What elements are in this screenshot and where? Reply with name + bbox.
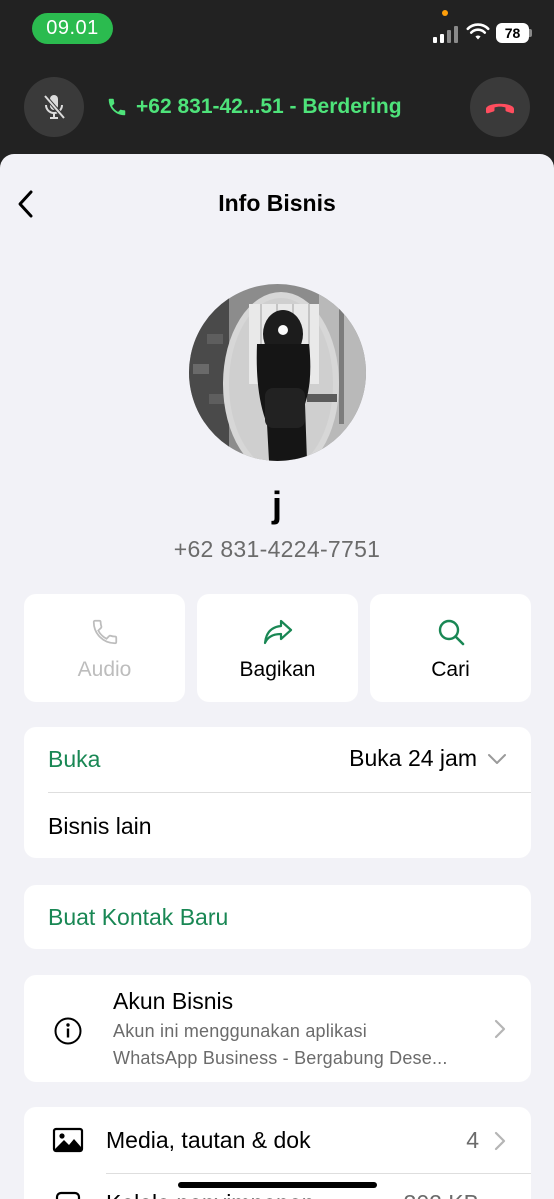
chevron-down-icon bbox=[488, 753, 506, 764]
business-account-desc-1: Akun ini menggunakan aplikasi bbox=[113, 1021, 367, 1041]
business-account-desc-2: WhatsApp Business - Bergabung Dese... bbox=[113, 1048, 448, 1068]
battery-level: 78 bbox=[496, 23, 529, 43]
ongoing-call-bar: +62 831-42...51 - Berdering bbox=[0, 60, 554, 154]
manage-storage-label: Kelola penyimpanan bbox=[106, 1190, 314, 1199]
search-button[interactable]: Cari bbox=[370, 594, 531, 702]
call-status-text: +62 831-42...51 - Berdering bbox=[136, 95, 402, 118]
media-links-docs-row[interactable]: Media, tautan & dok 4 bbox=[24, 1107, 531, 1173]
audio-call-button[interactable]: Audio bbox=[24, 594, 185, 702]
search-label: Cari bbox=[431, 658, 470, 681]
status-bar: 09.01 78 bbox=[0, 0, 554, 60]
business-account-row[interactable]: Akun Bisnis Akun ini menggunakan aplikas… bbox=[24, 975, 531, 1082]
share-icon bbox=[263, 619, 292, 645]
business-account-title: Akun Bisnis bbox=[113, 988, 234, 1014]
wifi-icon bbox=[466, 23, 490, 40]
privacy-indicator-dot bbox=[442, 10, 448, 16]
contact-phone: +62 831-4224-7751 bbox=[173, 536, 381, 562]
microphone-off-icon bbox=[43, 94, 66, 120]
avatar-image bbox=[189, 284, 366, 461]
share-label: Bagikan bbox=[239, 658, 316, 681]
cellular-signal-icon bbox=[433, 23, 461, 43]
other-business-label: Bisnis lain bbox=[48, 813, 152, 839]
info-icon bbox=[54, 1017, 82, 1045]
other-business-row[interactable]: Bisnis lain bbox=[24, 793, 531, 858]
storage-size: 302 KB bbox=[404, 1190, 479, 1199]
status-time[interactable]: 09.01 bbox=[32, 13, 113, 44]
end-call-button[interactable] bbox=[470, 77, 530, 137]
contact-name: j bbox=[271, 484, 282, 525]
hours-status: Buka bbox=[48, 746, 101, 772]
hours-value: Buka 24 jam bbox=[349, 745, 477, 771]
business-info-sheet: Info Bisnis j +62 831-4224-7751 Audio Ba… bbox=[0, 154, 554, 1199]
hang-up-icon bbox=[486, 103, 514, 114]
media-label: Media, tautan & dok bbox=[106, 1127, 311, 1153]
page-title: Info Bisnis bbox=[218, 190, 336, 216]
create-contact-label: Buat Kontak Baru bbox=[48, 904, 229, 930]
battery-icon: 78 bbox=[496, 23, 532, 43]
call-status[interactable]: +62 831-42...51 - Berdering bbox=[106, 92, 402, 122]
phone-icon bbox=[92, 619, 117, 645]
storage-icon bbox=[55, 1191, 81, 1199]
hours-row[interactable]: Buka Buka 24 jam bbox=[24, 727, 531, 792]
create-contact-button[interactable]: Buat Kontak Baru bbox=[24, 885, 531, 949]
search-icon bbox=[438, 619, 464, 646]
profile-photo[interactable] bbox=[189, 284, 366, 461]
photo-icon bbox=[52, 1127, 84, 1153]
chevron-right-icon bbox=[494, 1019, 506, 1039]
navigation-bar: Info Bisnis bbox=[0, 154, 554, 254]
media-count: 4 bbox=[466, 1127, 479, 1153]
home-indicator[interactable] bbox=[178, 1182, 377, 1188]
audio-label: Audio bbox=[77, 658, 132, 681]
share-button[interactable]: Bagikan bbox=[197, 594, 358, 702]
business-hours-group: Buka Buka 24 jam Bisnis lain bbox=[24, 727, 531, 858]
mute-button[interactable] bbox=[24, 77, 84, 137]
chevron-right-icon bbox=[494, 1131, 506, 1151]
phone-icon bbox=[108, 98, 126, 116]
